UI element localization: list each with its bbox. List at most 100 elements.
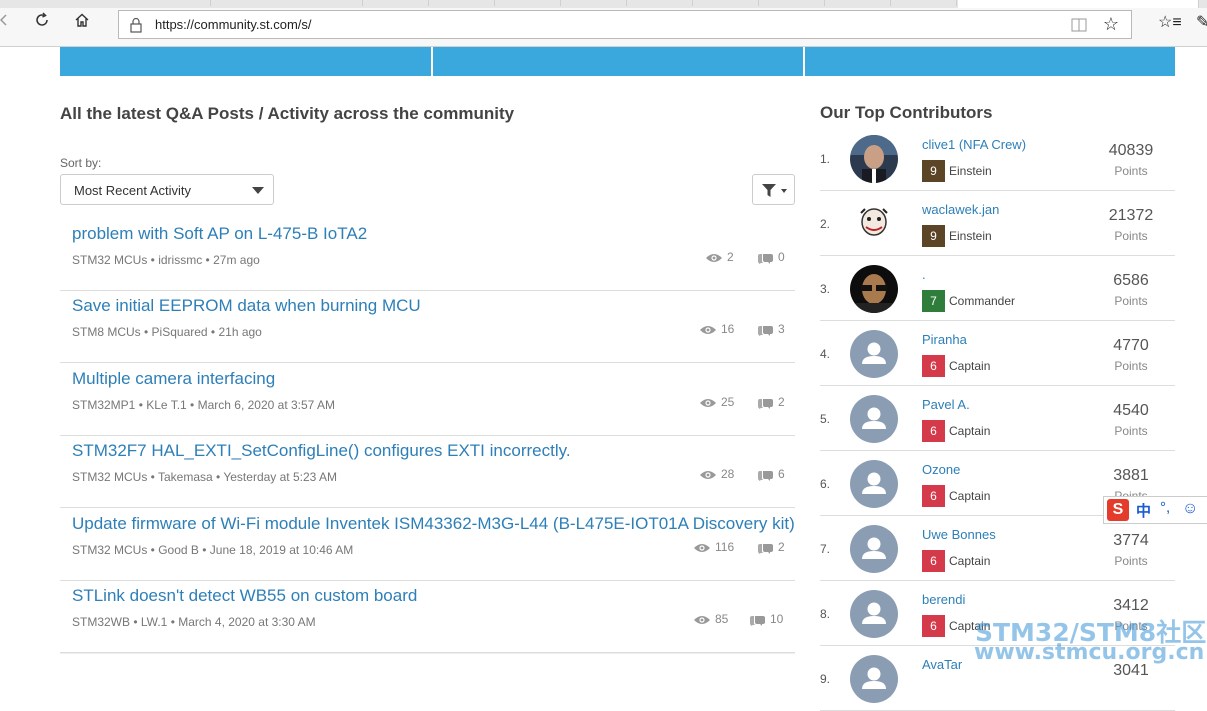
avatar[interactable] bbox=[850, 525, 898, 573]
post-author[interactable]: Good B bbox=[158, 543, 199, 557]
refresh-button[interactable] bbox=[30, 12, 54, 36]
views-count: 116 bbox=[715, 540, 735, 554]
browser-tab[interactable] bbox=[100, 0, 211, 6]
level-badge: 7 bbox=[922, 290, 945, 312]
post-time: March 4, 2020 at 3:30 AM bbox=[178, 615, 316, 629]
post-category[interactable]: STM8 MCUs bbox=[72, 325, 141, 339]
address-bar[interactable]: https://community.st.com/s/ ☆ bbox=[118, 10, 1132, 39]
emoji-icon[interactable]: ☺ bbox=[1182, 500, 1198, 518]
post-category[interactable]: STM32 MCUs bbox=[72, 543, 147, 557]
contributor-row: 4. Piranha 6 Captain 4770 Points bbox=[820, 321, 1175, 386]
contributor-row: 5. Pavel A. 6 Captain 4540 Points bbox=[820, 386, 1175, 451]
contributor-row: 7. Uwe Bonnes 6 Captain 3774 Points bbox=[820, 516, 1175, 581]
points-label: Points bbox=[1114, 229, 1148, 243]
replies-count: 3 bbox=[778, 322, 785, 336]
back-button[interactable] bbox=[0, 12, 16, 36]
post-views: 2 bbox=[706, 250, 734, 264]
post-title-link[interactable]: Save initial EEPROM data when burning MC… bbox=[72, 296, 421, 316]
post-views: 28 bbox=[700, 467, 734, 481]
contributor-name-link[interactable]: Ozone bbox=[922, 462, 960, 477]
avatar[interactable] bbox=[850, 460, 898, 508]
post-meta: STM32 MCUs • Good B • June 18, 2019 at 1… bbox=[72, 543, 354, 557]
browser-tab[interactable] bbox=[892, 0, 957, 6]
post-title-link[interactable]: STM32F7 HAL_EXTI_SetConfigLine() configu… bbox=[72, 441, 571, 461]
eye-icon bbox=[694, 615, 710, 624]
post-title-link[interactable]: Multiple camera interfacing bbox=[72, 369, 275, 389]
sort-dropdown[interactable]: Most Recent Activity bbox=[60, 174, 274, 205]
sogou-logo-icon[interactable]: S bbox=[1107, 499, 1129, 521]
contributor-name-link[interactable]: Uwe Bonnes bbox=[922, 527, 996, 542]
avatar[interactable] bbox=[850, 330, 898, 378]
contributor-name-link[interactable]: Pavel A. bbox=[922, 397, 970, 412]
post-replies: 10 bbox=[750, 612, 783, 626]
pen-icon[interactable]: ✎ bbox=[1196, 12, 1207, 32]
filter-button[interactable] bbox=[752, 174, 795, 205]
contributor-name-link[interactable]: clive1 (NFA Crew) bbox=[922, 137, 1026, 152]
post-title-link[interactable]: STLink doesn't detect WB55 on custom boa… bbox=[72, 586, 417, 606]
avatar[interactable] bbox=[850, 655, 898, 703]
views-count: 25 bbox=[721, 395, 735, 409]
post-author[interactable]: KLe T.1 bbox=[146, 398, 186, 412]
eye-icon bbox=[706, 253, 722, 262]
browser-toolbar: https://community.st.com/s/ ☆ ☆≡ ✎ bbox=[0, 0, 1207, 47]
browser-tab[interactable] bbox=[826, 0, 891, 6]
post-row: Multiple camera interfacing STM32MP1 • KL… bbox=[60, 363, 795, 436]
contributor-name-link[interactable]: waclawek.jan bbox=[922, 202, 999, 217]
browser-tab[interactable] bbox=[212, 0, 363, 6]
avatar[interactable] bbox=[850, 265, 898, 313]
post-meta: STM8 MCUs • PiSquared • 21h ago bbox=[72, 325, 262, 339]
browser-tab-active[interactable] bbox=[958, 0, 1199, 8]
contributor-rank: 4. bbox=[820, 347, 831, 361]
post-row: Save initial EEPROM data when burning MC… bbox=[60, 290, 795, 363]
post-author[interactable]: LW.1 bbox=[141, 615, 167, 629]
contributor-name-link[interactable]: AvaTar bbox=[922, 657, 962, 672]
contributor-name-link[interactable]: Piranha bbox=[922, 332, 967, 347]
eye-icon bbox=[700, 398, 716, 407]
level-badge: 6 bbox=[922, 420, 945, 442]
post-author[interactable]: idrissmc bbox=[158, 253, 202, 267]
browser-tab[interactable] bbox=[628, 0, 693, 6]
points-label: Points bbox=[1114, 164, 1148, 178]
reading-view-icon[interactable] bbox=[1071, 17, 1087, 33]
browser-tab[interactable] bbox=[694, 0, 759, 6]
post-replies: 2 bbox=[758, 395, 785, 409]
replies-count: 2 bbox=[778, 395, 785, 409]
ime-punctuation-toggle[interactable]: °, bbox=[1160, 499, 1170, 516]
post-title-link[interactable]: problem with Soft AP on L-475-B IoTA2 bbox=[72, 224, 367, 244]
post-category[interactable]: STM32WB bbox=[72, 615, 130, 629]
nav-tile[interactable] bbox=[433, 47, 803, 76]
browser-tab[interactable] bbox=[760, 0, 825, 6]
browser-tab[interactable] bbox=[364, 0, 429, 6]
post-author[interactable]: Takemasa bbox=[158, 470, 213, 484]
post-category[interactable]: STM32MP1 bbox=[72, 398, 135, 412]
avatar[interactable] bbox=[850, 590, 898, 638]
ime-toolbar[interactable]: S 中 °, ☺ bbox=[1103, 496, 1207, 524]
comments-icon bbox=[758, 398, 773, 409]
contributor-name-link[interactable]: berendi bbox=[922, 592, 965, 607]
post-author[interactable]: PiSquared bbox=[152, 325, 208, 339]
post-category[interactable]: STM32 MCUs bbox=[72, 253, 147, 267]
nav-tile[interactable] bbox=[805, 47, 1175, 76]
post-meta: STM32MP1 • KLe T.1 • March 6, 2020 at 3:… bbox=[72, 398, 336, 412]
avatar[interactable] bbox=[850, 135, 898, 183]
star-icon[interactable]: ☆ bbox=[1103, 14, 1119, 35]
ime-language-toggle[interactable]: 中 bbox=[1136, 500, 1151, 521]
contributor-rank: 1. bbox=[820, 152, 831, 166]
browser-tab[interactable] bbox=[562, 0, 627, 6]
contributor-name-link[interactable]: . bbox=[922, 267, 926, 282]
contributor-points: 3774 bbox=[1113, 532, 1149, 549]
browser-tab[interactable] bbox=[430, 0, 495, 6]
url-text[interactable]: https://community.st.com/s/ bbox=[155, 17, 312, 32]
contributor-points: 6586 bbox=[1113, 272, 1149, 289]
eye-icon bbox=[700, 325, 716, 334]
home-button[interactable] bbox=[70, 12, 94, 36]
post-title-link[interactable]: Update firmware of Wi-Fi module Inventek… bbox=[72, 514, 795, 534]
replies-count: 0 bbox=[778, 250, 785, 264]
nav-tile[interactable] bbox=[60, 47, 431, 76]
avatar[interactable] bbox=[850, 200, 898, 248]
views-count: 16 bbox=[721, 322, 735, 336]
avatar[interactable] bbox=[850, 395, 898, 443]
post-category[interactable]: STM32 MCUs bbox=[72, 470, 147, 484]
browser-tab[interactable] bbox=[496, 0, 561, 6]
favorites-icon[interactable]: ☆≡ bbox=[1158, 12, 1182, 32]
